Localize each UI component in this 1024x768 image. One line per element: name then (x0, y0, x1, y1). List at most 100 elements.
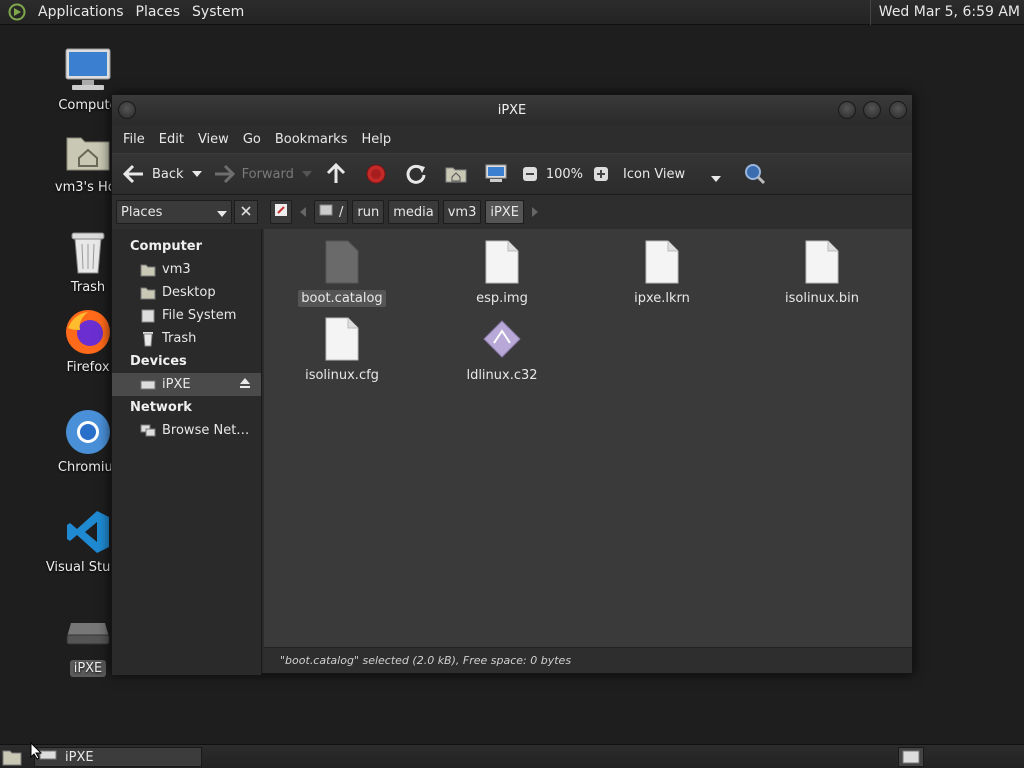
toolbar: Back Forward 100% Icon View (112, 153, 912, 195)
close-button[interactable] (889, 101, 907, 119)
search-button[interactable] (743, 159, 767, 189)
trash-icon (62, 226, 114, 278)
zoom-out-icon (518, 162, 542, 186)
breadcrumb-vm3[interactable]: vm3 (442, 200, 482, 224)
breadcrumb-root[interactable]: / (314, 200, 349, 224)
up-button[interactable] (324, 159, 348, 189)
sidebar: Computer vm3 Desktop File System Trash D… (112, 229, 262, 675)
back-button[interactable]: Back (122, 159, 204, 189)
maximize-button[interactable] (863, 101, 881, 119)
file-item[interactable]: isolinux.cfg (282, 316, 402, 384)
menu-bookmarks[interactable]: Bookmarks (268, 132, 355, 147)
sidebar-section-network: Network (130, 400, 192, 415)
breadcrumb-media[interactable]: media (388, 200, 439, 224)
file-item[interactable]: isolinux.bin (762, 239, 882, 307)
sidebar-item-label: vm3 (162, 262, 191, 277)
file-icon (802, 239, 842, 285)
reload-icon (404, 162, 428, 186)
stop-button[interactable] (364, 159, 388, 189)
sidebar-item-vm3[interactable]: vm3 (112, 258, 261, 281)
file-item[interactable]: ldlinux.c32 (442, 316, 562, 384)
file-manager-window: iPXE File Edit View Go Bookmarks Help Ba… (111, 94, 913, 675)
harddisk-icon (319, 203, 333, 221)
sidebar-item-label: Desktop (162, 285, 216, 300)
minimize-button[interactable] (838, 101, 856, 119)
menu-help[interactable]: Help (354, 132, 398, 147)
computer-icon (62, 44, 114, 96)
workspace-switcher-icon[interactable] (898, 747, 924, 767)
close-sidebar-button[interactable] (234, 200, 258, 224)
home-icon (140, 262, 156, 278)
menu-edit[interactable]: Edit (152, 132, 191, 147)
applications-menu[interactable]: Applications (32, 0, 130, 25)
show-desktop-icon[interactable] (2, 748, 22, 766)
breadcrumb-run[interactable]: run (352, 200, 385, 224)
file-item[interactable]: ipxe.lkrn (602, 239, 722, 307)
forward-arrow-icon (212, 162, 236, 186)
chevron-down-icon (217, 206, 227, 221)
breadcrumb-scroll-left[interactable] (296, 200, 310, 224)
sidebar-item-desktop[interactable]: Desktop (112, 281, 261, 304)
taskbar-item-ipxe[interactable]: iPXE (34, 747, 202, 767)
distro-logo-icon[interactable] (6, 1, 28, 23)
desktop-icon (140, 285, 156, 301)
breadcrumb: / run media vm3 iPXE (270, 200, 546, 224)
window-titlebar[interactable]: iPXE (112, 95, 912, 125)
taskbar-item-label: iPXE (65, 749, 94, 765)
sidebar-places-select[interactable]: Places (116, 200, 232, 224)
desktop-icon-label: Trash (70, 280, 106, 295)
view-mode-select[interactable]: Icon View (617, 159, 727, 189)
zoom-level: 100% (545, 166, 584, 182)
computer-icon (484, 162, 508, 186)
sidebar-item-trash[interactable]: Trash (112, 327, 261, 350)
system-menu[interactable]: System (186, 0, 250, 25)
forward-history-dropdown-icon[interactable] (300, 162, 314, 186)
menu-view[interactable]: View (191, 132, 236, 147)
up-arrow-icon (324, 162, 348, 186)
desktop-icon-label: iPXE (69, 660, 107, 677)
file-icon (642, 239, 682, 285)
back-history-dropdown-icon[interactable] (190, 162, 204, 186)
back-arrow-icon (122, 162, 146, 186)
file-view[interactable]: boot.catalog esp.img ipxe.lkrn isolinux.… (264, 229, 912, 647)
close-icon (241, 205, 251, 220)
top-panel: Applications Places System Wed Mar 5, 6:… (0, 0, 1024, 25)
menu-go[interactable]: Go (236, 132, 268, 147)
sidebar-item-ipxe[interactable]: iPXE (112, 373, 261, 396)
zoom-in-button[interactable] (589, 159, 613, 189)
edit-location-button[interactable] (270, 200, 292, 224)
desktop-icon-label: Compute (58, 98, 118, 113)
menubar: File Edit View Go Bookmarks Help (112, 125, 912, 153)
home-folder-icon (62, 126, 114, 178)
home-button[interactable] (444, 159, 468, 189)
location-bar: Places / run media vm3 iPXE (112, 195, 912, 229)
computer-button[interactable] (484, 159, 508, 189)
sidebar-item-file-system[interactable]: File System (112, 304, 261, 327)
eject-icon[interactable] (239, 377, 251, 393)
window-menu-icon[interactable] (118, 101, 136, 119)
breadcrumb-label: iPXE (490, 204, 519, 220)
status-bar: "boot.catalog" selected (2.0 kB), Free s… (264, 647, 912, 673)
vscode-icon (62, 506, 114, 558)
forward-button[interactable]: Forward (212, 159, 314, 189)
file-name: ldlinux.c32 (466, 368, 538, 383)
clock[interactable]: Wed Mar 5, 6:59 AM (869, 0, 1020, 25)
view-mode-label: Icon View (623, 166, 686, 182)
breadcrumb-label: run (357, 204, 380, 220)
breadcrumb-ipxe[interactable]: iPXE (485, 200, 524, 224)
file-name: isolinux.bin (785, 291, 859, 306)
zoom-in-icon (589, 162, 613, 186)
stop-icon (364, 162, 388, 186)
breadcrumb-scroll-right[interactable] (528, 200, 542, 224)
file-item[interactable]: boot.catalog (282, 239, 402, 307)
menu-file[interactable]: File (116, 132, 152, 147)
file-item[interactable]: esp.img (442, 239, 562, 307)
sidebar-item-browse-network[interactable]: Browse Net… (112, 419, 261, 442)
zoom-out-button[interactable] (518, 159, 542, 189)
drive-icon (140, 377, 156, 393)
pencil-icon (274, 203, 288, 221)
bottom-panel: iPXE (0, 744, 1024, 768)
places-menu[interactable]: Places (130, 0, 187, 25)
file-name: isolinux.cfg (305, 368, 379, 383)
reload-button[interactable] (404, 159, 428, 189)
